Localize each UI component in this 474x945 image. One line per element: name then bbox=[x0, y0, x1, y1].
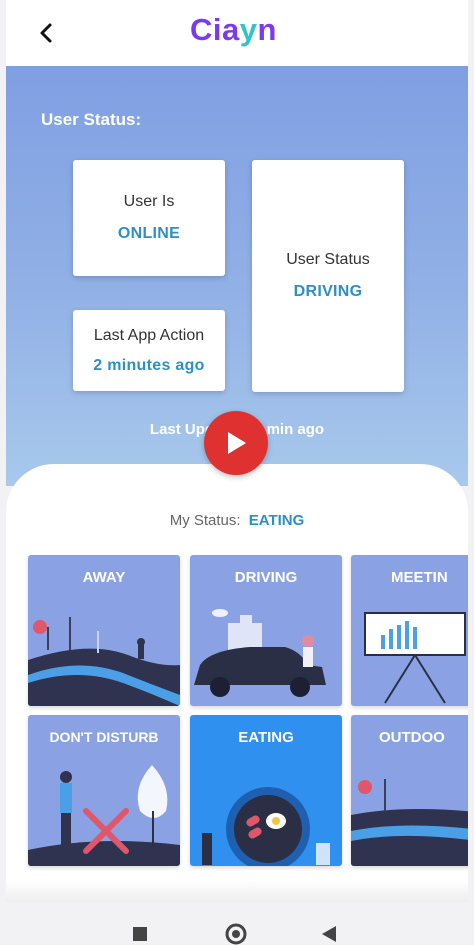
my-status-row: My Status: EATING bbox=[6, 512, 468, 529]
status-tile-label: EATING bbox=[238, 729, 294, 746]
my-status-value: EATING bbox=[248, 512, 305, 529]
status-tile-label: AWAY bbox=[82, 569, 126, 586]
last-action-label: Last App Action bbox=[93, 326, 205, 344]
app-header: Ciayn bbox=[6, 0, 468, 66]
user-status-title: User Status: bbox=[41, 110, 142, 129]
status-tile-label: DRIVING bbox=[234, 569, 298, 586]
play-icon bbox=[228, 432, 246, 454]
system-nav-bar bbox=[0, 902, 474, 945]
status-tile-meeting[interactable]: MEETIN bbox=[351, 555, 468, 706]
recent-apps-button[interactable] bbox=[133, 927, 147, 945]
last-action-card: Last App Action 2 minutes ago bbox=[73, 310, 225, 391]
status-tile-outdoor[interactable]: OUTDOO bbox=[351, 715, 468, 866]
triangle-back-icon bbox=[322, 926, 336, 942]
user-status-label: User Status bbox=[286, 251, 370, 268]
user-status-card: User Status DRIVING bbox=[252, 160, 404, 392]
user-online-value: ONLINE bbox=[117, 225, 181, 242]
status-tile-label: MEETIN bbox=[391, 569, 448, 586]
status-tile-label: OUTDOO bbox=[379, 729, 445, 746]
my-status-label: My Status: bbox=[169, 512, 241, 529]
circle-icon bbox=[225, 923, 247, 945]
play-button[interactable] bbox=[204, 411, 268, 475]
status-tile-driving[interactable]: DRIVING bbox=[190, 555, 342, 706]
user-online-label: User Is bbox=[123, 193, 175, 210]
status-tile-away[interactable]: AWAY bbox=[28, 555, 180, 706]
my-status-sheet: My Status: EATING AWAY DRIVING MEETIN DO… bbox=[6, 464, 468, 900]
chevron-left-icon bbox=[40, 23, 52, 43]
app-logo: Ciayn bbox=[190, 12, 277, 47]
sheet-bottom-fade bbox=[6, 880, 468, 902]
last-action-value: 2 minutes ago bbox=[93, 356, 205, 374]
status-tile-eating[interactable]: EATING bbox=[190, 715, 342, 866]
status-tile-label: DON'T DISTURB bbox=[49, 729, 159, 745]
back-button[interactable] bbox=[32, 18, 62, 48]
status-tile-dont-disturb[interactable]: DON'T DISTURB bbox=[28, 715, 180, 866]
square-icon bbox=[133, 927, 147, 941]
home-button[interactable] bbox=[225, 923, 247, 945]
user-online-card: User Is ONLINE bbox=[73, 160, 225, 276]
user-status-value: DRIVING bbox=[293, 283, 363, 300]
back-nav-button[interactable] bbox=[322, 926, 336, 945]
